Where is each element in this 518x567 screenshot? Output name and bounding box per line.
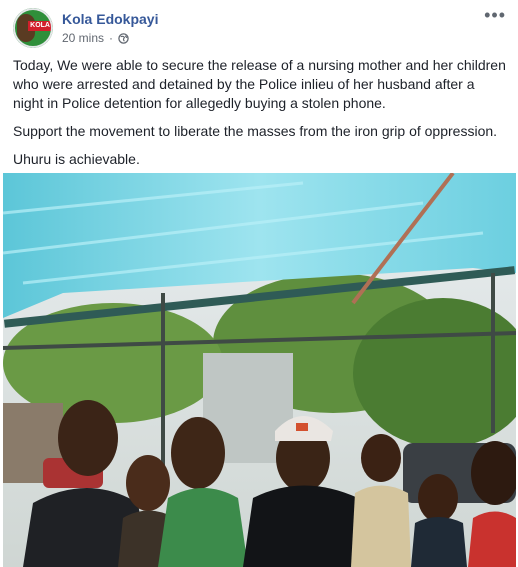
post-paragraph: Uhuru is achievable. [13, 151, 140, 167]
facebook-post: KOLA Kola Edokpayi 20 mins · ••• Today, … [0, 0, 518, 567]
author-name[interactable]: Kola Edokpayi [62, 11, 158, 27]
globe-icon[interactable] [118, 32, 129, 44]
post-timestamp[interactable]: 20 mins [62, 31, 104, 45]
post-photo[interactable] [3, 173, 516, 567]
post-paragraph: Today, We were able to secure the releas… [13, 57, 506, 111]
more-options-icon[interactable]: ••• [484, 6, 506, 24]
post-paragraph: Support the movement to liberate the mas… [13, 123, 498, 139]
post-meta: 20 mins · [62, 31, 129, 45]
avatar-ring [13, 8, 53, 48]
author-avatar[interactable]: KOLA [13, 8, 53, 48]
meta-separator: · [109, 31, 114, 45]
post-text: Today, We were able to secure the releas… [13, 56, 508, 178]
